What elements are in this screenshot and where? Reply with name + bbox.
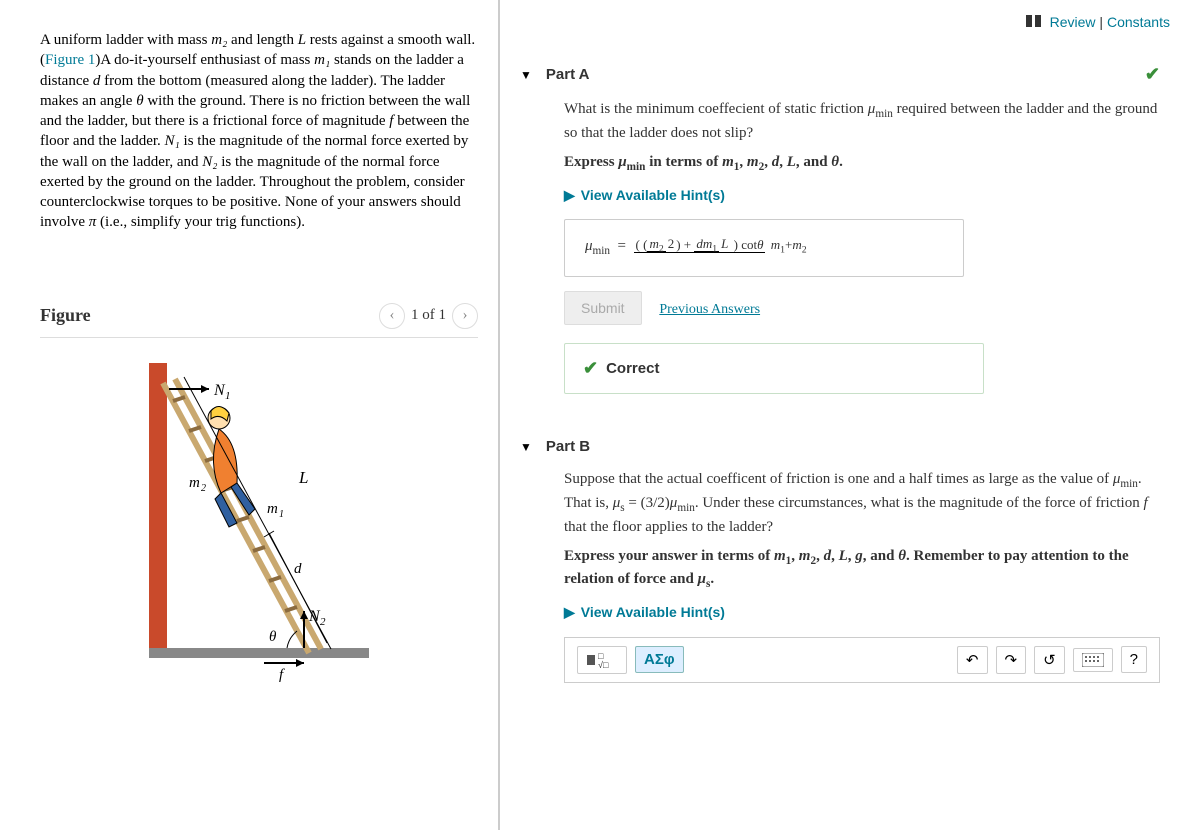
answer-toolbar: □√□ ΑΣφ ↶ ↷ ↺ ? <box>564 637 1160 683</box>
svg-text:f: f <box>279 667 285 683</box>
part-b-title: Part B <box>546 438 590 455</box>
part-a-express: Express μmin in terms of m1, m2, d, L, a… <box>564 152 1160 176</box>
greek-button[interactable]: ΑΣφ <box>635 646 684 673</box>
svg-text:2: 2 <box>320 616 326 628</box>
part-a-question: What is the minimum coeffecient of stati… <box>564 99 1160 144</box>
part-a-toggle[interactable]: ▼ <box>520 68 532 82</box>
svg-text:1: 1 <box>225 390 231 402</box>
review-link[interactable]: Review <box>1050 14 1096 30</box>
svg-text:θ: θ <box>269 629 277 645</box>
submit-button: Submit <box>564 291 642 325</box>
figure-counter: 1 of 1 <box>411 307 446 324</box>
figure-illustration: N1 N2 m2 m1 L d θ f <box>119 353 399 683</box>
reset-button[interactable]: ↺ <box>1034 646 1065 674</box>
svg-text:2: 2 <box>201 483 206 494</box>
svg-text:L: L <box>298 468 308 487</box>
problem-statement: A uniform ladder with mass m₂ and length… <box>40 30 478 233</box>
part-a-hints-link[interactable]: ▶ View Available Hint(s) <box>564 186 1160 206</box>
templates-button[interactable]: □√□ <box>577 646 627 674</box>
svg-text:√□: √□ <box>598 660 609 669</box>
correct-feedback: ✔ Correct <box>564 343 984 394</box>
part-a-answer-display: μmin = ( (m22) + dm1L ) cotθ m1+m2 <box>564 219 964 277</box>
part-a-correct-icon: ✔ <box>1145 64 1160 85</box>
flag-icon[interactable] <box>1026 14 1042 30</box>
svg-text:m: m <box>189 475 200 491</box>
figure-next-button[interactable]: › <box>452 303 478 329</box>
part-b-hints-link[interactable]: ▶ View Available Hint(s) <box>564 603 1160 623</box>
svg-text:m: m <box>267 501 278 517</box>
constants-link[interactable]: Constants <box>1107 14 1170 30</box>
figure-prev-button[interactable]: ‹ <box>379 303 405 329</box>
svg-text:d: d <box>294 561 302 577</box>
part-b-question: Suppose that the actual coefficent of fr… <box>564 469 1160 538</box>
undo-button[interactable]: ↶ <box>957 646 988 674</box>
previous-answers-link[interactable]: Previous Answers <box>659 302 760 317</box>
figure-title: Figure <box>40 305 91 326</box>
part-a-title: Part A <box>546 66 590 83</box>
part-b-express: Express your answer in terms of m1, m2, … <box>564 546 1160 594</box>
figure-link[interactable]: Figure 1 <box>45 52 95 68</box>
svg-text:1: 1 <box>279 509 284 520</box>
check-icon: ✔ <box>583 356 598 381</box>
keyboard-button[interactable] <box>1073 648 1113 672</box>
part-b-toggle[interactable]: ▼ <box>520 440 532 454</box>
redo-button[interactable]: ↷ <box>996 646 1027 674</box>
help-button[interactable]: ? <box>1121 646 1147 673</box>
